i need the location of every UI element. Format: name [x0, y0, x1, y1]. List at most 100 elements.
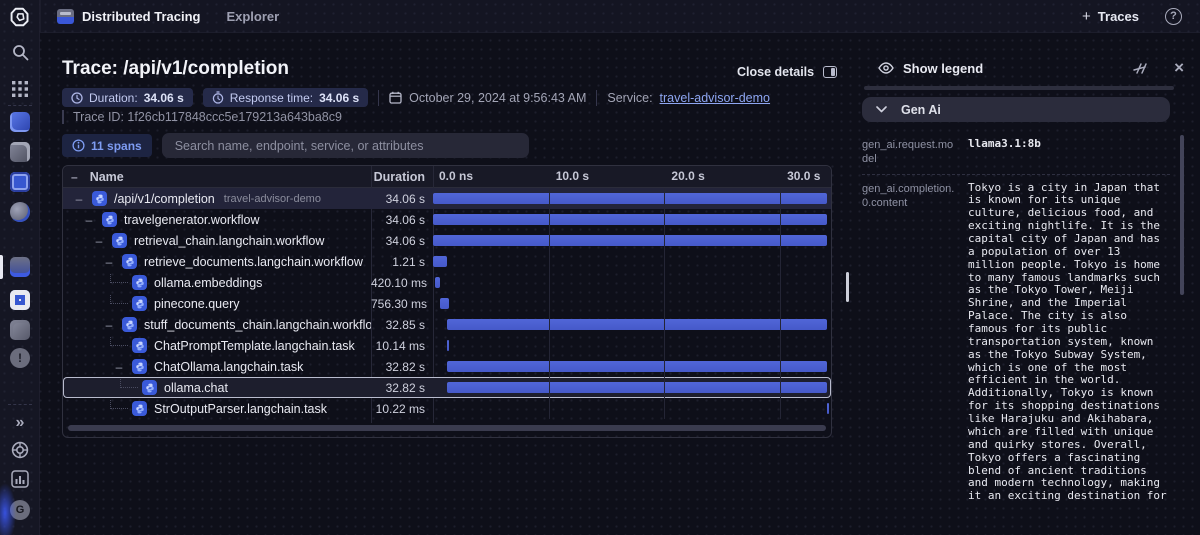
- span-timeline-cell: [433, 314, 831, 335]
- collapse-all-toggle[interactable]: –: [71, 170, 78, 184]
- table-row[interactable]: – ChatOllama.langchain.task 32.82 s: [63, 356, 831, 377]
- chevrons-right-icon: »: [15, 414, 25, 431]
- sidebar-app-board[interactable]: [0, 172, 40, 192]
- python-icon: [135, 341, 144, 350]
- span-duration-bar[interactable]: [447, 361, 827, 372]
- python-icon-badge: [102, 212, 117, 227]
- table-row[interactable]: – retrieval_chain.langchain.workflow 34.06…: [63, 230, 831, 251]
- show-legend-label: Show legend: [903, 60, 984, 76]
- attribute-key: gen_ai.completion.0.content: [862, 182, 955, 209]
- table-row[interactable]: – stuff_documents_chain.langchain.workflo…: [63, 314, 831, 335]
- trace-timestamp: October 29, 2024 at 9:56:43 AM: [389, 91, 586, 105]
- cube-app-icon: [10, 320, 30, 340]
- span-duration-bar[interactable]: [433, 193, 827, 204]
- timeline-gridline: [780, 188, 782, 419]
- python-icon-badge: [132, 338, 147, 353]
- sidebar-app-layers[interactable]: [0, 112, 40, 132]
- span-duration-bar[interactable]: [447, 319, 827, 330]
- annotations-toggle-button[interactable]: [1132, 62, 1148, 75]
- sidebar-app-alert[interactable]: !: [0, 348, 40, 368]
- span-name-cell: ChatPromptTemplate.langchain.task: [63, 337, 371, 354]
- span-duration-bar[interactable]: [827, 403, 829, 414]
- sidebar-app-cube[interactable]: [0, 320, 40, 340]
- span-name: pinecone.query: [154, 296, 240, 311]
- python-icon-badge: [112, 233, 127, 248]
- span-duration: 34.06 s: [385, 212, 425, 227]
- collapse-toggle[interactable]: –: [86, 234, 112, 248]
- span-timeline-cell: [433, 356, 831, 377]
- table-row[interactable]: – travelgenerator.workflow 34.06 s: [63, 209, 831, 230]
- app-logo[interactable]: [0, 6, 40, 28]
- span-duration-bar[interactable]: [435, 277, 441, 288]
- search-icon: [12, 45, 28, 61]
- expand-sidebar-button[interactable]: »: [0, 415, 40, 431]
- add-traces-button[interactable]: + Traces: [1082, 8, 1139, 25]
- table-row[interactable]: pinecone.query 756.30 ms: [63, 293, 831, 314]
- span-duration-bar[interactable]: [433, 256, 447, 267]
- span-duration-bar[interactable]: [440, 298, 450, 309]
- python-icon: [115, 236, 124, 245]
- python-icon-badge: [142, 380, 157, 395]
- show-legend-button[interactable]: Show legend: [878, 61, 983, 76]
- span-timeline-cell: [433, 377, 831, 398]
- collapse-toggle[interactable]: –: [96, 255, 122, 269]
- collapse-toggle[interactable]: –: [76, 213, 102, 227]
- collapse-toggle[interactable]: –: [66, 192, 92, 206]
- distributed-tracing-icon: [57, 8, 74, 24]
- traces-button-label: Traces: [1097, 8, 1139, 24]
- metrics-button[interactable]: [0, 470, 40, 488]
- duration-label: Duration:: [89, 90, 138, 105]
- tree-connector-icon: [110, 400, 128, 409]
- legend-scrollbar[interactable]: [864, 86, 1174, 90]
- span-duration: 10.14 ms: [375, 338, 425, 353]
- attribute-key: gen_ai.request.model: [862, 139, 954, 166]
- span-duration-bar[interactable]: [433, 235, 827, 246]
- span-name: StrOutputParser.langchain.task: [154, 401, 328, 416]
- table-row[interactable]: ollama.embeddings 420.10 ms: [63, 272, 831, 293]
- python-icon: [135, 362, 144, 371]
- vertical-scrollbar[interactable]: [1180, 135, 1184, 295]
- close-details-button[interactable]: Close details: [737, 65, 838, 79]
- user-avatar[interactable]: G: [0, 500, 40, 520]
- panel-resize-handle[interactable]: [846, 272, 849, 302]
- apps-grid-button[interactable]: [0, 81, 40, 97]
- sidebar-app-circle[interactable]: [0, 290, 40, 310]
- close-panel-button[interactable]: ×: [1174, 58, 1184, 78]
- table-row[interactable]: – /api/v1/completion travel-advisor-demo 34…: [63, 188, 831, 209]
- collapse-toggle[interactable]: –: [106, 360, 132, 374]
- table-row[interactable]: ollama.chat 32.82 s: [63, 377, 831, 398]
- sidebar-app-media[interactable]: [0, 142, 40, 162]
- table-row[interactable]: ChatPromptTemplate.langchain.task 10.14 m…: [63, 335, 831, 356]
- span-name-cell: ollama.embeddings: [63, 274, 371, 291]
- genai-section-header[interactable]: Gen Ai: [862, 97, 1170, 122]
- table-row[interactable]: – retrieve_documents.langchain.workflow 1.…: [63, 251, 831, 272]
- response-time-value: 34.06 s: [319, 90, 360, 105]
- spans-count-label: 11 spans: [91, 138, 142, 153]
- span-duration-bar[interactable]: [433, 214, 827, 225]
- python-icon-badge: [92, 191, 107, 206]
- sidebar-app-active[interactable]: [0, 255, 40, 279]
- span-name-cell: – ChatOllama.langchain.task: [63, 359, 371, 374]
- horizontal-scrollbar[interactable]: [68, 425, 826, 431]
- sidebar-app-globe[interactable]: [0, 202, 40, 222]
- response-time-label: Response time:: [229, 90, 314, 105]
- span-duration: 34.06 s: [385, 233, 425, 248]
- tab-distributed-tracing[interactable]: Distributed Tracing: [57, 8, 200, 24]
- alert-circle-icon: !: [10, 348, 30, 368]
- help-button[interactable]: ?: [1165, 7, 1182, 25]
- span-duration-bar[interactable]: [447, 382, 827, 393]
- timeline-header: 0.0 ns 10.0 s 20.0 s 30.0 s: [433, 166, 831, 187]
- search-nav-button[interactable]: [0, 44, 40, 61]
- active-app-icon: [10, 257, 30, 277]
- sidebar-divider: [8, 404, 32, 405]
- span-duration-bar[interactable]: [447, 340, 449, 351]
- table-row[interactable]: StrOutputParser.langchain.task 10.22 ms: [63, 398, 831, 419]
- service-link[interactable]: travel-advisor-demo: [660, 91, 770, 105]
- tab-explorer[interactable]: Explorer: [226, 9, 279, 24]
- python-icon: [95, 194, 104, 203]
- span-name: ollama.chat: [164, 380, 228, 395]
- support-button[interactable]: [0, 441, 40, 459]
- span-search-input[interactable]: [161, 133, 529, 158]
- attribute-value: llama3.1:8b: [968, 137, 1041, 150]
- collapse-toggle[interactable]: –: [96, 318, 122, 332]
